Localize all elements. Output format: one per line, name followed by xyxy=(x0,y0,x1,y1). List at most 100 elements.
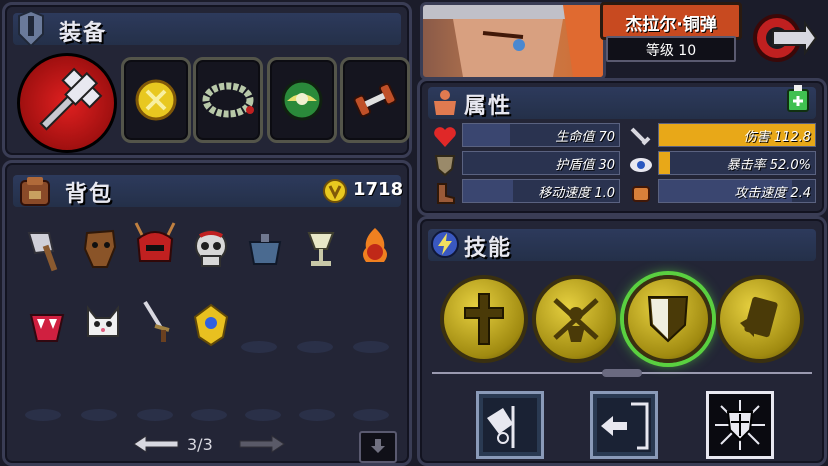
inventory-item-chalice[interactable] xyxy=(297,225,345,273)
inventory-item-gold-crest[interactable] xyxy=(187,301,235,349)
move-speed-stat-bar: 移动速度 1.0 xyxy=(462,179,620,203)
shield-stat-bar: 护盾值 30 xyxy=(462,151,620,175)
download-icon xyxy=(371,439,385,453)
skill-divider xyxy=(432,369,812,377)
inventory-item-samurai-helmet[interactable] xyxy=(131,221,179,269)
arrow-rune-icon xyxy=(597,398,651,452)
weapon-slot-hammer[interactable] xyxy=(17,53,117,153)
sword-icon xyxy=(628,125,654,149)
prev-page-button[interactable] xyxy=(131,433,181,455)
next-page-button[interactable] xyxy=(237,433,287,455)
attack-speed-stat-bar: 攻击速度 2.4 xyxy=(658,179,816,203)
chalice-icon xyxy=(307,232,335,266)
inventory-item-pot[interactable] xyxy=(241,225,289,273)
equip-slot-dumbbell[interactable] xyxy=(340,57,410,143)
samurai-helmet-icon xyxy=(134,222,176,262)
boot-icon xyxy=(432,181,458,205)
hammer-icon xyxy=(39,67,103,131)
backpack-panel: 背包 1718 3/3 xyxy=(2,160,412,466)
eye-icon xyxy=(628,153,654,177)
equipment-panel: 装备 xyxy=(2,2,412,158)
equip-slot-orb[interactable] xyxy=(267,57,337,143)
back-button[interactable] xyxy=(752,8,818,68)
hero-face-icon xyxy=(423,5,603,77)
skill-rune-hand-cross[interactable] xyxy=(476,391,544,459)
empty-inventory-slot[interactable] xyxy=(81,409,117,421)
empty-inventory-slot[interactable] xyxy=(299,409,335,421)
gold-crest-icon xyxy=(193,303,229,347)
heart-icon xyxy=(432,125,458,149)
inventory-item-cat-mask[interactable] xyxy=(79,301,127,349)
fang-mouth-icon xyxy=(29,314,65,342)
empty-inventory-slot[interactable] xyxy=(353,409,389,421)
prayer-beads-icon xyxy=(202,82,254,118)
shield-icon xyxy=(647,296,689,343)
empty-inventory-slot[interactable] xyxy=(25,409,61,421)
horse-mask-icon xyxy=(83,229,117,268)
skill-rune-shield-burst[interactable] xyxy=(706,391,774,459)
arrow-right-icon xyxy=(239,435,285,453)
health-stat-text: 生命值 70 xyxy=(555,130,615,145)
shield-stat-text: 护盾值 30 xyxy=(555,158,615,173)
skill-coin-scroll[interactable] xyxy=(716,275,804,363)
winged-scroll-icon xyxy=(740,296,778,338)
fist-icon xyxy=(628,181,654,205)
skill-coin-cross[interactable] xyxy=(440,275,528,363)
health-stat-fill xyxy=(463,124,510,146)
helmet-icon xyxy=(13,9,49,49)
equip-slot-beads[interactable] xyxy=(193,57,263,143)
character-name-box: 杰拉尔·铜弹 xyxy=(600,2,742,40)
warrior-swords-icon xyxy=(553,298,599,342)
health-stat-bar: 生命值 70 xyxy=(462,123,620,147)
character-name: 杰拉尔·铜弹 xyxy=(625,15,717,35)
damage-stat-bar: 伤害 112.8 xyxy=(658,123,816,147)
skills-panel: 技能 xyxy=(417,216,827,466)
inventory-item-horse-mask[interactable] xyxy=(75,225,123,273)
crit-stat-bar: 暴击率 52.0% xyxy=(658,151,816,175)
attributes-panel: 属性 生命值 70 伤害 112.8 护盾值 30 暴击率 52.0% 移动速度… xyxy=(417,78,827,216)
inventory-item-dagger[interactable] xyxy=(133,299,181,347)
backpack-icon xyxy=(15,171,55,211)
iron-pot-icon xyxy=(248,234,282,265)
exit-arrow-icon xyxy=(753,14,817,62)
attributes-title: 属性 xyxy=(464,94,513,119)
empty-inventory-slot[interactable] xyxy=(353,341,389,353)
move-speed-stat-text: 移动速度 1.0 xyxy=(538,186,615,201)
inventory-item-skull[interactable] xyxy=(187,225,235,273)
cross-icon xyxy=(464,293,504,345)
character-portrait xyxy=(420,2,606,80)
inventory-item-fang-mouth[interactable] xyxy=(23,303,71,351)
empty-inventory-slot[interactable] xyxy=(297,341,333,353)
empty-inventory-slot[interactable] xyxy=(137,409,173,421)
fire-heart-icon xyxy=(363,228,387,262)
move-speed-stat-fill xyxy=(463,180,513,202)
skill-rune-arrow-left[interactable] xyxy=(590,391,658,459)
gold-coin-icon xyxy=(135,79,177,121)
equipment-title: 装备 xyxy=(59,21,108,46)
potion-icon[interactable] xyxy=(786,83,810,113)
dagger-icon xyxy=(143,300,170,342)
gold-coin-icon xyxy=(321,177,349,205)
attack-speed-stat-text: 攻击速度 2.4 xyxy=(734,186,811,201)
gold-amount: 1718 xyxy=(353,179,404,200)
empty-inventory-slot[interactable] xyxy=(245,409,281,421)
inventory-item-fire-heart[interactable] xyxy=(351,223,399,271)
damage-stat-text: 伤害 112.8 xyxy=(743,130,811,145)
inventory-item-axe[interactable] xyxy=(19,227,67,275)
skill-coin-warrior[interactable] xyxy=(532,275,620,363)
sort-button[interactable] xyxy=(359,431,397,463)
empty-inventory-slot[interactable] xyxy=(241,341,277,353)
shield-icon xyxy=(432,153,458,177)
skills-title: 技能 xyxy=(464,236,513,261)
lightning-icon xyxy=(428,227,462,261)
equip-slot-coin[interactable] xyxy=(121,57,191,143)
crit-stat-text: 暴击率 52.0% xyxy=(726,158,811,173)
cat-mask-icon xyxy=(87,305,119,337)
dumbbell-icon xyxy=(353,82,397,118)
crit-stat-fill xyxy=(659,152,670,174)
shield-burst-icon xyxy=(715,400,765,450)
empty-inventory-slot[interactable] xyxy=(191,409,227,421)
skill-coin-shield-selected[interactable] xyxy=(624,275,712,363)
skull-icon xyxy=(195,230,227,267)
axe-icon xyxy=(27,232,58,272)
